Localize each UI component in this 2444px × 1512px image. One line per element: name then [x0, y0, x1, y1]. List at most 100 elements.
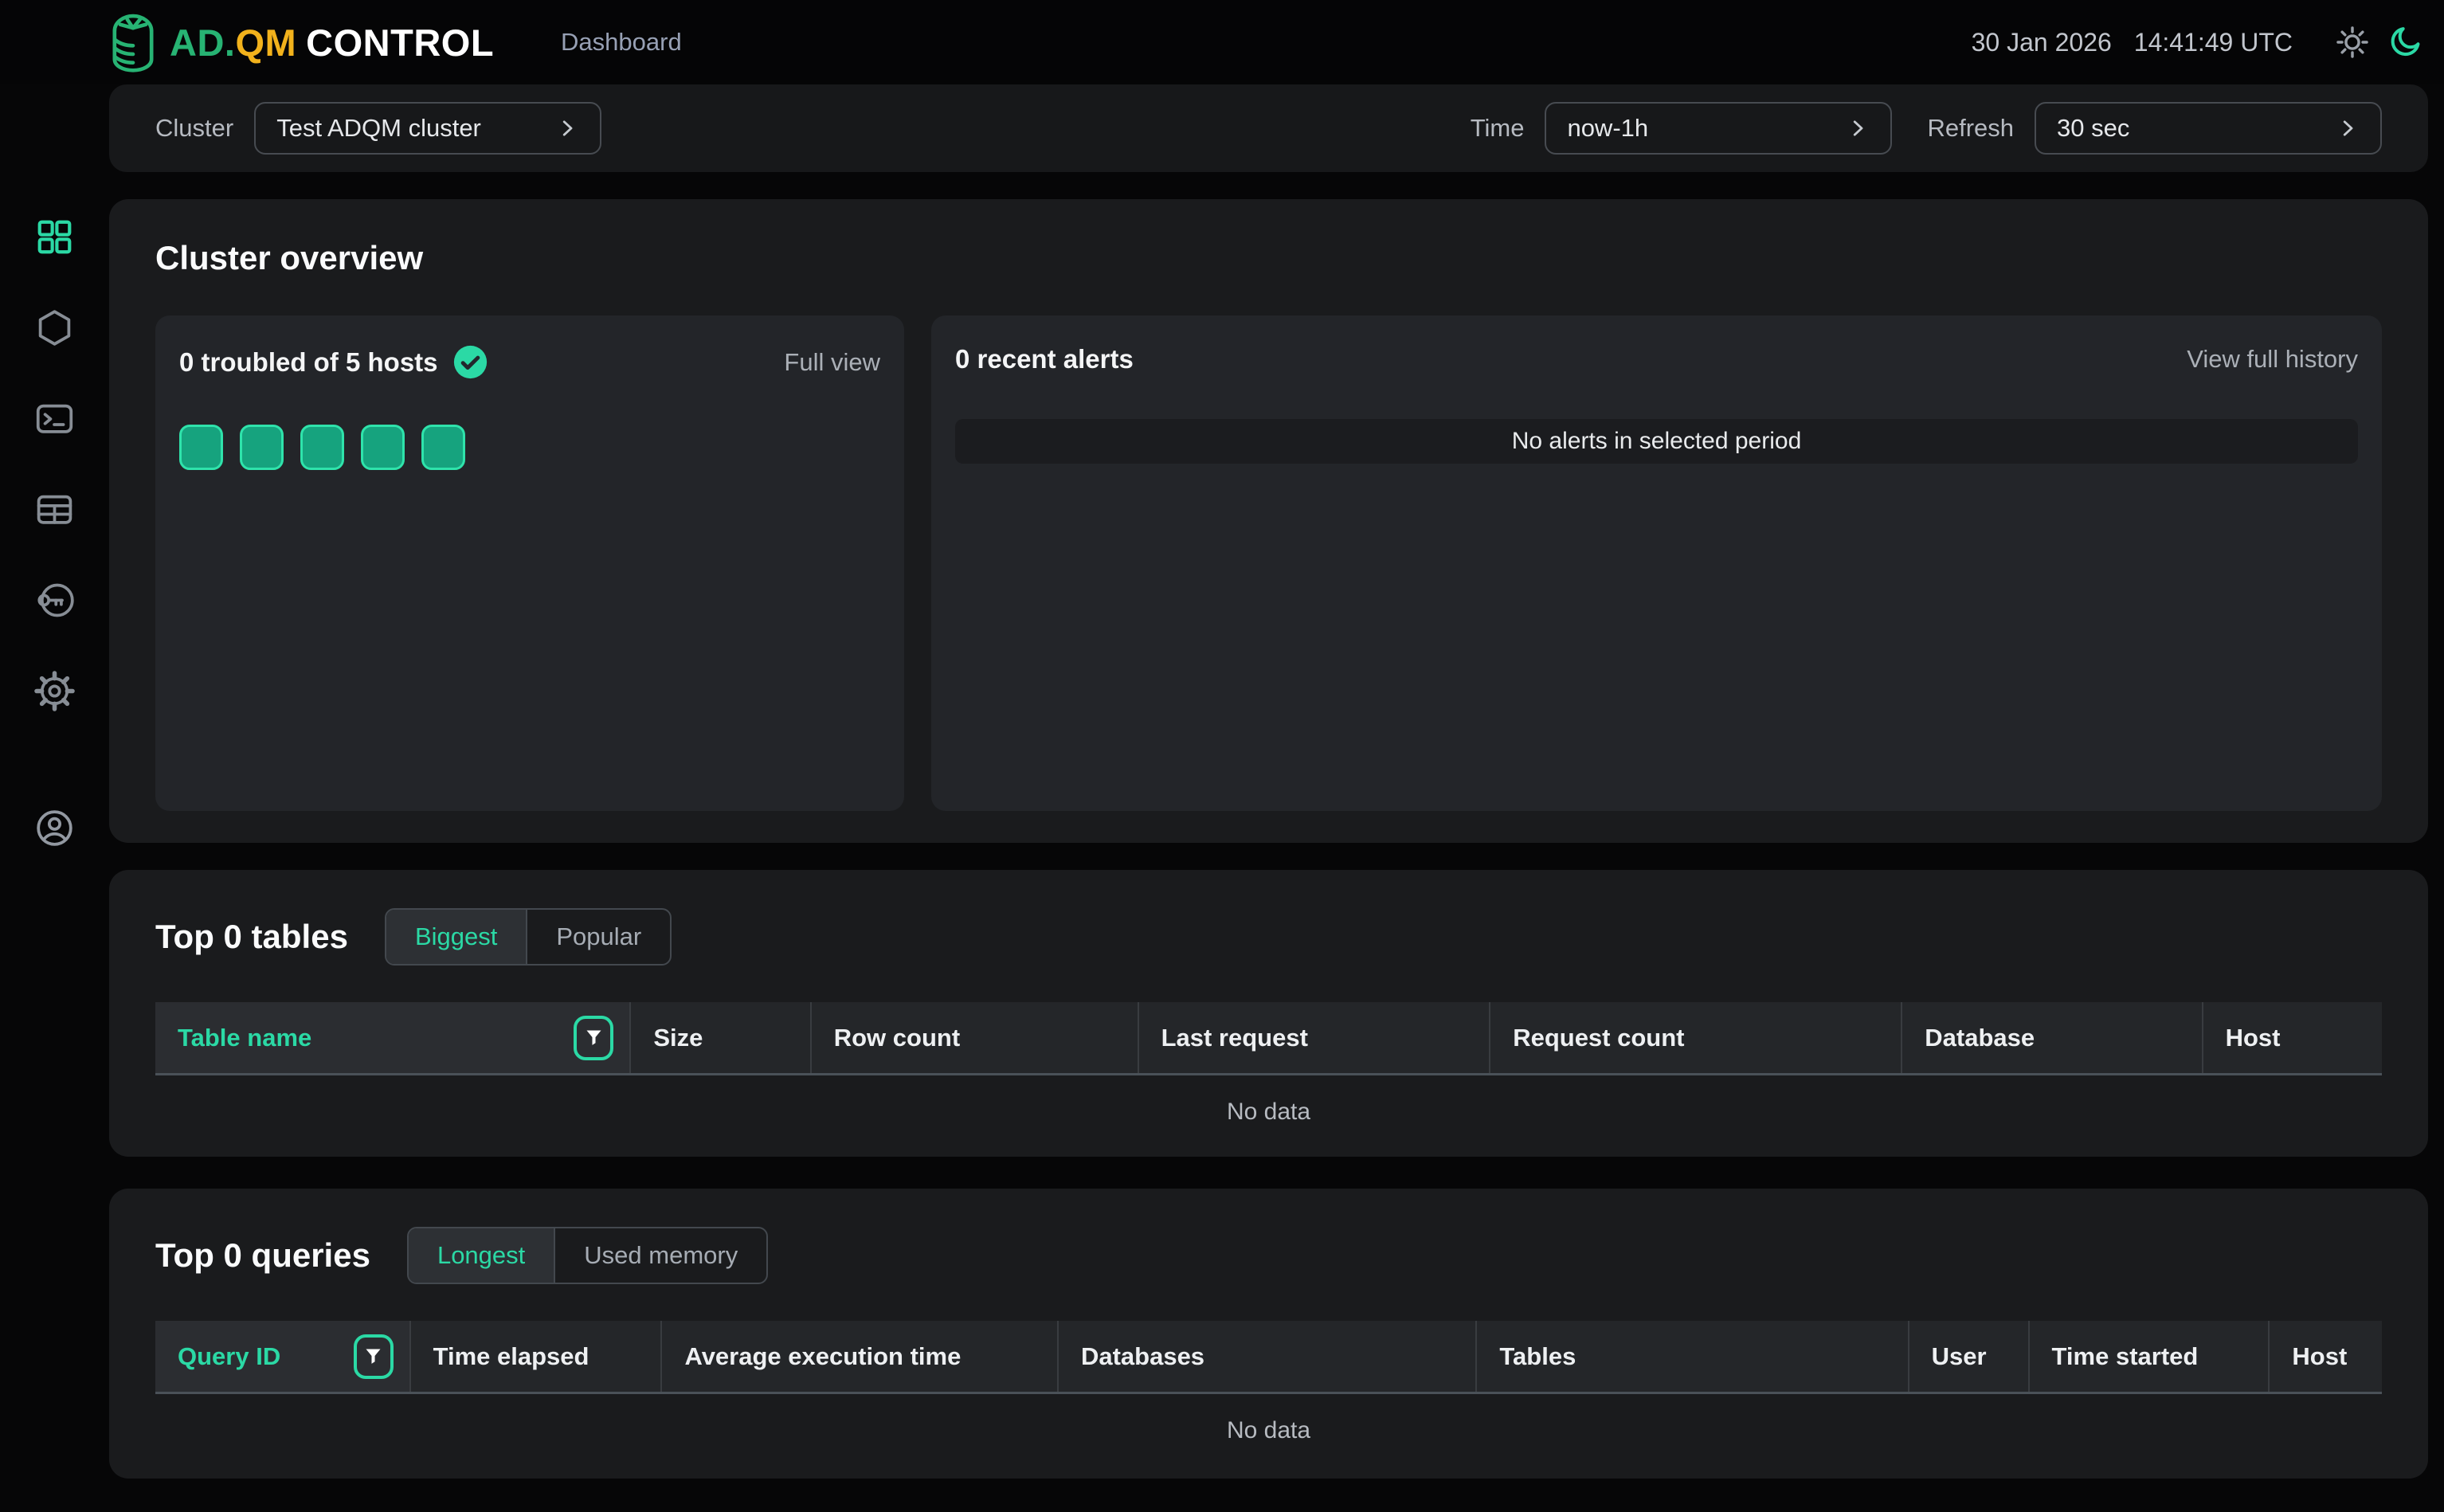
column-header-average-execution-time[interactable]: Average execution time	[660, 1321, 1057, 1392]
chevron-right-icon	[1846, 116, 1870, 140]
column-header-label: Database	[1925, 1024, 2035, 1052]
tab-longest[interactable]: Longest	[409, 1228, 554, 1283]
gear-icon	[33, 670, 76, 712]
filter-bar: Cluster Test ADQM cluster Time now-1h	[109, 84, 2428, 172]
column-header-label: Row count	[834, 1024, 960, 1052]
tab-biggest[interactable]: Biggest	[386, 910, 526, 964]
current-date: 30 Jan 2026	[1972, 28, 2112, 57]
host-status-square[interactable]	[361, 425, 405, 470]
column-header-user[interactable]: User	[1908, 1321, 2028, 1392]
column-header-tables[interactable]: Tables	[1475, 1321, 1907, 1392]
column-header-size[interactable]: Size	[629, 1002, 809, 1073]
adqm-logo-icon	[104, 10, 162, 75]
table-icon	[33, 488, 76, 531]
sidebar-item-tables[interactable]	[0, 464, 109, 554]
current-time: 14:41:49 UTC	[2134, 28, 2293, 57]
column-header-label: Time elapsed	[433, 1342, 589, 1371]
sun-icon	[2334, 24, 2371, 61]
queries-no-data: No data	[155, 1394, 2382, 1467]
host-status-square[interactable]	[421, 425, 465, 470]
cluster-label: Cluster	[155, 114, 233, 143]
top-tables-header: Top 0 tables Biggest Popular	[155, 908, 2382, 966]
column-header-label: Host	[2226, 1024, 2281, 1052]
cluster-select-value: Test ADQM cluster	[276, 114, 481, 143]
top-tables-tabs: Biggest Popular	[385, 908, 672, 966]
sidebar-item-dashboard[interactable]	[0, 191, 109, 282]
brand-logo[interactable]: AD.QMCONTROL	[104, 10, 494, 75]
host-status-grid	[179, 425, 880, 470]
top-header: AD.QMCONTROL Dashboard 30 Jan 2026 14:41…	[0, 0, 2444, 84]
adqm-control-dashboard: AD.QMCONTROL Dashboard 30 Jan 2026 14:41…	[0, 0, 2444, 1512]
time-label: Time	[1471, 114, 1525, 143]
cluster-overview-section: Cluster overview 0 troubled of 5 hosts	[109, 199, 2428, 843]
column-header-label: Tables	[1499, 1342, 1576, 1371]
top-queries-section: Top 0 queries Longest Used memory Query …	[109, 1189, 2428, 1479]
time-select-value: now-1h	[1567, 114, 1648, 143]
main-content: Cluster Test ADQM cluster Time now-1h	[109, 84, 2428, 1479]
hosts-card-header: 0 troubled of 5 hosts Full view	[179, 344, 880, 380]
sidebar-item-settings[interactable]	[0, 645, 109, 736]
sidebar-item-queries[interactable]	[0, 373, 109, 464]
alerts-empty-message: No alerts in selected period	[955, 419, 2358, 464]
refresh-filter-group: Refresh 30 sec	[1927, 102, 2382, 155]
top-queries-title: Top 0 queries	[155, 1236, 370, 1275]
sidebar-item-access[interactable]	[0, 554, 109, 645]
host-status-square[interactable]	[300, 425, 344, 470]
column-header-last-request[interactable]: Last request	[1138, 1002, 1490, 1073]
tab-popular[interactable]: Popular	[526, 910, 670, 964]
refresh-label: Refresh	[1927, 114, 2014, 143]
host-status-square[interactable]	[240, 425, 284, 470]
view-full-history-link[interactable]: View full history	[2187, 345, 2358, 374]
filter-funnel-icon	[583, 1027, 605, 1048]
top-queries-tabs: Longest Used memory	[407, 1227, 768, 1284]
tables-no-data: No data	[155, 1075, 2382, 1149]
top-tables-section: Top 0 tables Biggest Popular Table name …	[109, 870, 2428, 1157]
sidebar	[0, 84, 109, 1512]
column-header-label: Time started	[2052, 1342, 2199, 1371]
column-header-time-started[interactable]: Time started	[2028, 1321, 2269, 1392]
sidebar-item-profile[interactable]	[0, 782, 109, 873]
key-icon	[33, 579, 76, 621]
check-circle-icon	[452, 344, 488, 380]
column-header-row-count[interactable]: Row count	[810, 1002, 1138, 1073]
time-filter-group: Time now-1h	[1471, 102, 1893, 155]
chevron-right-icon	[2336, 116, 2360, 140]
column-header-database[interactable]: Database	[1901, 1002, 2201, 1073]
column-header-table-name[interactable]: Table name	[155, 1002, 629, 1073]
column-header-label: Request count	[1513, 1024, 1684, 1052]
full-view-link[interactable]: Full view	[784, 348, 880, 377]
queries-table-header-row: Query ID Time elapsed Average execution …	[155, 1321, 2382, 1394]
column-header-host[interactable]: Host	[2202, 1002, 2382, 1073]
brand-name: AD.QMCONTROL	[170, 21, 494, 65]
light-theme-button[interactable]	[2334, 24, 2371, 61]
refresh-select[interactable]: 30 sec	[2035, 102, 2382, 155]
column-header-time-elapsed[interactable]: Time elapsed	[409, 1321, 661, 1392]
time-select[interactable]: now-1h	[1545, 102, 1892, 155]
moon-icon	[2387, 24, 2423, 61]
tab-used-memory[interactable]: Used memory	[554, 1228, 766, 1283]
host-status-square[interactable]	[179, 425, 223, 470]
current-datetime: 30 Jan 2026 14:41:49 UTC	[1972, 28, 2293, 57]
hosts-card-title-text: 0 troubled of 5 hosts	[179, 347, 438, 378]
column-header-label: User	[1932, 1342, 1987, 1371]
user-avatar-icon	[33, 807, 76, 849]
nav-dashboard[interactable]: Dashboard	[561, 28, 682, 57]
top-queries-header: Top 0 queries Longest Used memory	[155, 1227, 2382, 1284]
alerts-card-title: 0 recent alerts	[955, 344, 1134, 374]
overview-cards: 0 troubled of 5 hosts Full view	[155, 315, 2382, 811]
dark-theme-button[interactable]	[2387, 24, 2423, 61]
sidebar-item-cluster[interactable]	[0, 282, 109, 373]
filter-funnel-icon	[362, 1346, 384, 1367]
terminal-icon	[33, 398, 76, 440]
query-id-filter-button[interactable]	[354, 1334, 394, 1379]
table-name-filter-button[interactable]	[574, 1016, 613, 1060]
cluster-filter-group: Cluster Test ADQM cluster	[155, 102, 601, 155]
column-header-host[interactable]: Host	[2268, 1321, 2382, 1392]
cluster-select[interactable]: Test ADQM cluster	[254, 102, 601, 155]
tables-table-header-row: Table name Size Row count Last request R…	[155, 1002, 2382, 1075]
column-header-request-count[interactable]: Request count	[1489, 1002, 1901, 1073]
column-header-databases[interactable]: Databases	[1057, 1321, 1475, 1392]
refresh-select-value: 30 sec	[2057, 114, 2129, 143]
alerts-card-header: 0 recent alerts View full history	[955, 344, 2358, 374]
column-header-query-id[interactable]: Query ID	[155, 1321, 409, 1392]
